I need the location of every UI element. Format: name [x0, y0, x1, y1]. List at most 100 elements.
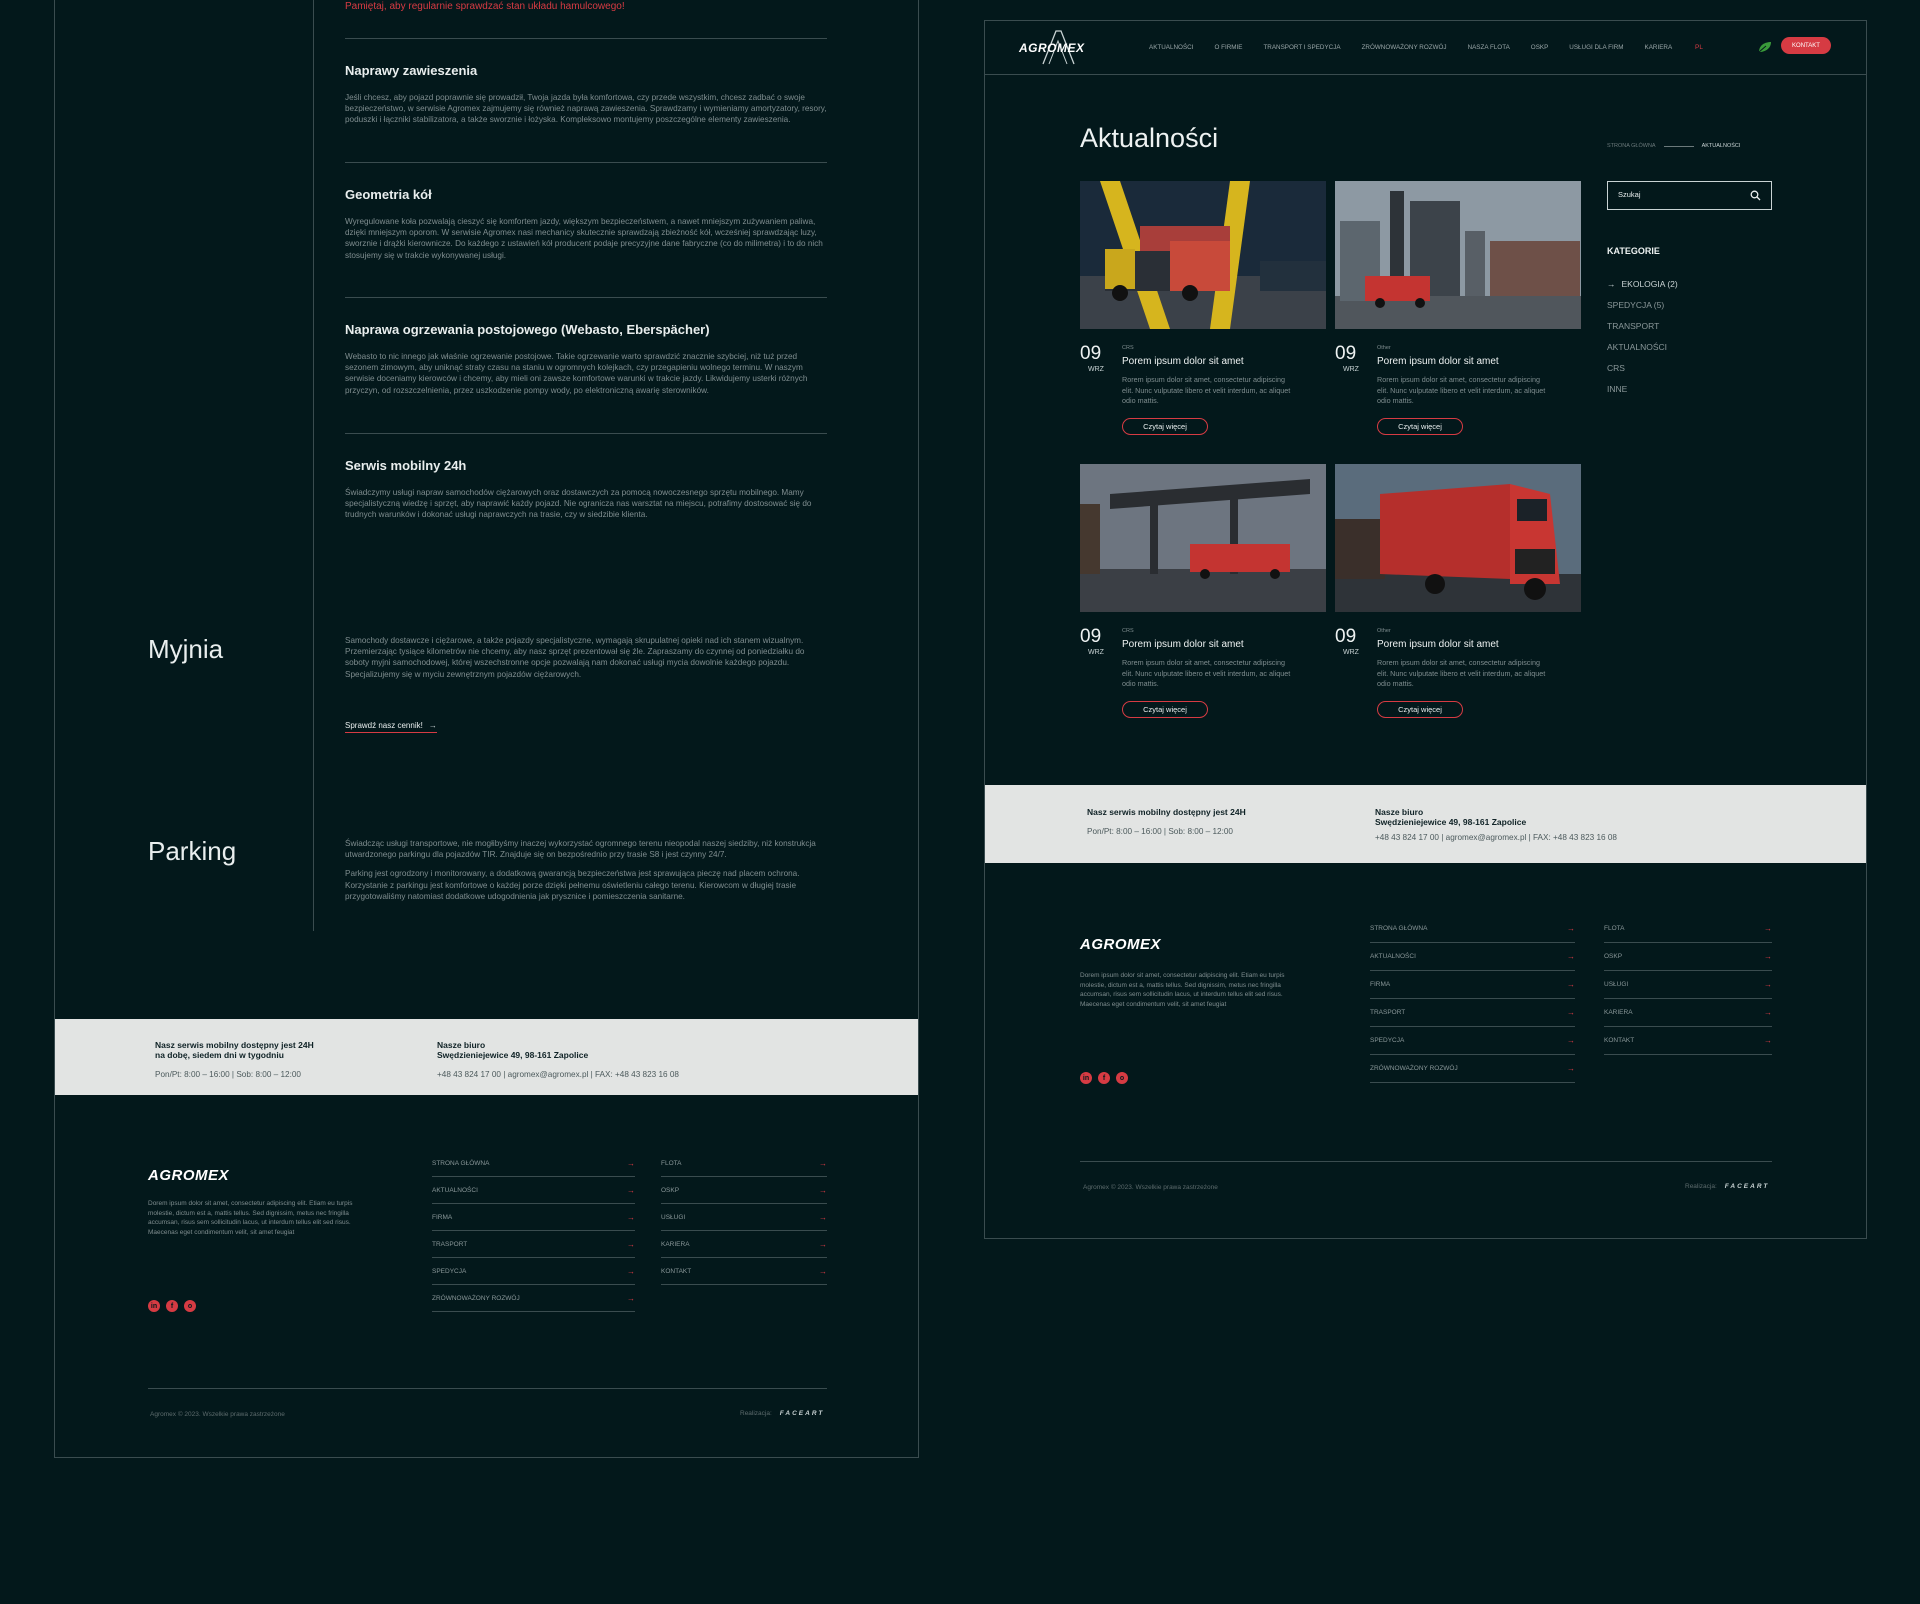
news-title[interactable]: Porem ipsum dolor sit amet	[1377, 356, 1499, 367]
nav-o-firmie[interactable]: O FIRMIE	[1214, 44, 1242, 51]
arrow-right-icon: →	[627, 1158, 635, 1168]
news-image-truck-graphic	[1335, 464, 1581, 612]
footer-link[interactable]: ZRÓWNOWAŻONY ROZWÓJ →	[1370, 1055, 1575, 1083]
copyright: Agromex © 2023. Wszelkie prawa zastrzeżo…	[1083, 1184, 1218, 1191]
arrow-right-icon: →	[1764, 924, 1772, 933]
left-page-frame: Pamiętaj, aby regularnie sprawdzać stan …	[54, 0, 919, 1458]
nav-aktualnosci[interactable]: AKTUALNOŚCI	[1149, 44, 1193, 51]
instagram-icon[interactable]: o	[1116, 1072, 1128, 1084]
category-label: SPEDYCJA (5)	[1607, 299, 1665, 310]
footer-link[interactable]: KONTAKT →	[661, 1258, 827, 1285]
category-item[interactable]: INNE	[1607, 378, 1678, 399]
footer-link[interactable]: OSKP →	[661, 1177, 827, 1204]
news-title[interactable]: Porem ipsum dolor sit amet	[1377, 639, 1499, 650]
nav-flota[interactable]: NASZA FLOTA	[1468, 44, 1510, 51]
footer-link[interactable]: OSKP →	[1604, 943, 1772, 971]
faceart-logo[interactable]: FACEART	[780, 1410, 825, 1417]
linkedin-icon[interactable]: in	[1080, 1072, 1092, 1084]
news-category[interactable]: Other	[1377, 345, 1391, 351]
footer-link[interactable]: AKTUALNOŚCI →	[432, 1177, 635, 1204]
footer-link[interactable]: FIRMA →	[432, 1204, 635, 1231]
news-category[interactable]: Other	[1377, 628, 1391, 634]
linkedin-icon[interactable]: in	[148, 1300, 160, 1312]
category-item[interactable]: CRS	[1607, 357, 1678, 378]
leaf-icon[interactable]	[1757, 40, 1773, 54]
arrow-right-icon: →	[1567, 1036, 1575, 1045]
category-item[interactable]: TRANSPORT	[1607, 315, 1678, 336]
categories-heading: KATEGORIE	[1607, 246, 1660, 256]
nav-kariera[interactable]: KARIERA	[1645, 44, 1673, 51]
contact-button[interactable]: KONTAKT	[1781, 37, 1831, 54]
price-list-link[interactable]: Sprawdź nasz cennik! →	[345, 721, 437, 733]
news-image-gantry[interactable]	[1080, 464, 1326, 612]
myjnia-text: Samochody dostawcze i ciężarowe, a także…	[345, 636, 805, 679]
footer-link[interactable]: USŁUGI →	[1604, 971, 1772, 999]
category-item[interactable]: SPEDYCJA (5)	[1607, 294, 1678, 315]
news-image-facility[interactable]	[1335, 181, 1581, 329]
read-more-button[interactable]: Czytaj więcej	[1122, 418, 1208, 435]
footer-link[interactable]: FIRMA →	[1370, 971, 1575, 999]
footer-link[interactable]: TRASPORT →	[432, 1231, 635, 1258]
footer-link[interactable]: SPEDYCJA →	[432, 1258, 635, 1285]
footer-link[interactable]: KARIERA →	[661, 1231, 827, 1258]
read-more-button[interactable]: Czytaj więcej	[1377, 418, 1463, 435]
footer-link[interactable]: KARIERA →	[1604, 999, 1772, 1027]
footer-link[interactable]: SPEDYCJA →	[1370, 1027, 1575, 1055]
footer-link[interactable]: ZRÓWNOWAŻONY ROZWÓJ →	[432, 1285, 635, 1312]
language-switch[interactable]: PL	[1695, 44, 1703, 51]
footer-link[interactable]: USŁUGI →	[661, 1204, 827, 1231]
service-text: Jeśli chcesz, aby pojazd poprawnie się p…	[345, 93, 827, 125]
footer-link[interactable]: FLOTA →	[1604, 915, 1772, 943]
category-item[interactable]: AKTUALNOŚCI	[1607, 336, 1678, 357]
footer-link-label: KARIERA	[1604, 1009, 1633, 1016]
footer-link-label: KONTAKT	[661, 1267, 692, 1275]
arrow-right-icon: →	[1764, 980, 1772, 989]
news-image-port[interactable]	[1080, 181, 1326, 329]
category-item[interactable]: → EKOLOGIA (2)	[1607, 273, 1678, 294]
nav-oskp[interactable]: OSKP	[1531, 44, 1549, 51]
faceart-logo[interactable]: FACEART	[1725, 1183, 1770, 1190]
arrow-right-icon: →	[819, 1212, 827, 1222]
service-title: Naprawy zawieszenia	[345, 63, 478, 78]
instagram-icon[interactable]: o	[184, 1300, 196, 1312]
news-title[interactable]: Porem ipsum dolor sit amet	[1122, 356, 1244, 367]
service-heating: Naprawa ogrzewania postojowego (Webasto,…	[345, 297, 827, 396]
footer-description: Dorem ipsum dolor sit amet, consectetur …	[148, 1200, 353, 1236]
arrow-right-icon: →	[819, 1185, 827, 1195]
footer-link[interactable]: STRONA GŁÓWNA →	[432, 1150, 635, 1177]
footer-link[interactable]: FLOTA →	[661, 1150, 827, 1177]
office-title: Nasze biuro	[1375, 807, 1424, 817]
facebook-icon[interactable]: f	[166, 1300, 178, 1312]
news-image-truck[interactable]	[1335, 464, 1581, 612]
read-more-button[interactable]: Czytaj więcej	[1377, 701, 1463, 718]
read-more-button[interactable]: Czytaj więcej	[1122, 701, 1208, 718]
footer-link[interactable]: AKTUALNOŚCI →	[1370, 943, 1575, 971]
nav-transport[interactable]: TRANSPORT I SPEDYCJA	[1263, 44, 1340, 51]
separator	[345, 297, 827, 298]
footer-link[interactable]: STRONA GŁÓWNA →	[1370, 915, 1575, 943]
breadcrumb-home[interactable]: STRONA GŁÓWNA	[1607, 143, 1656, 149]
footer-logo[interactable]: AGROMEX	[1080, 936, 1161, 953]
parking-text: Świadcząc usługi transportowe, nie mogłi…	[345, 838, 827, 910]
footer-link-label: TRASPORT	[432, 1240, 468, 1248]
facebook-icon[interactable]: f	[1098, 1072, 1110, 1084]
nav-uslugi[interactable]: USŁUGI DLA FIRM	[1569, 44, 1623, 51]
news-title[interactable]: Porem ipsum dolor sit amet	[1122, 639, 1244, 650]
brand-logo[interactable]: AGROMEX	[1017, 30, 1097, 65]
service-title: Geometria kół	[345, 187, 432, 202]
search-icon[interactable]	[1750, 190, 1761, 201]
footer-link-label: SPEDYCJA	[1370, 1037, 1405, 1044]
office-contact: +48 43 824 17 00 | agromex@agromex.pl | …	[437, 1070, 679, 1079]
arrow-right-icon: →	[627, 1185, 635, 1195]
breadcrumb-current: AKTUALNOŚCI	[1701, 143, 1741, 149]
news-category[interactable]: CRS	[1122, 628, 1134, 634]
news-card: 09 WRZ CRS Porem ipsum dolor sit amet Ro…	[1080, 181, 1326, 435]
footer-link[interactable]: KONTAKT →	[1604, 1027, 1772, 1055]
nav-rozwoj[interactable]: ZRÓWNOWAŻONY ROZWÓJ	[1362, 44, 1447, 51]
footer-link[interactable]: TRASPORT →	[1370, 999, 1575, 1027]
news-category[interactable]: CRS	[1122, 345, 1134, 351]
footer-logo[interactable]: AGROMEX	[148, 1167, 229, 1184]
arrow-right-icon: →	[1567, 1064, 1575, 1073]
search-input[interactable]	[1618, 190, 1738, 199]
arrow-right-icon: →	[1764, 952, 1772, 961]
